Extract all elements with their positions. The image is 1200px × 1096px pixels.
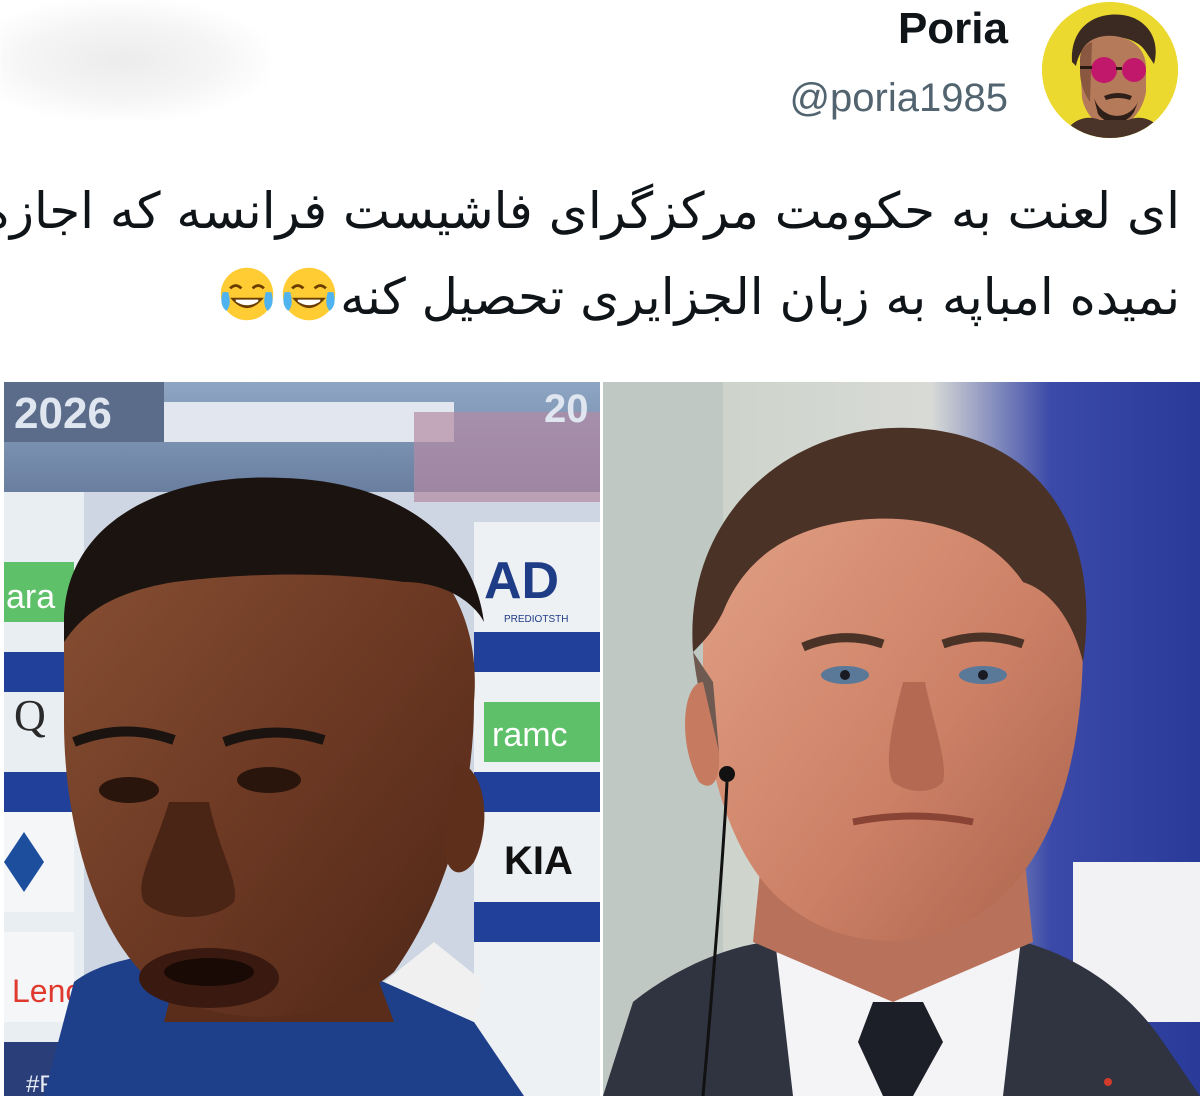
- user-handle[interactable]: @poria1985: [789, 76, 1008, 121]
- overlay-q: Q: [14, 691, 46, 740]
- tweet-text-line-1: ای لعنت به حکومت مرکزگرای فاشیست فرانسه …: [0, 182, 1180, 240]
- overlay-20: 20: [544, 387, 589, 431]
- avatar-man-sunglasses-icon: [1042, 2, 1178, 138]
- avatar[interactable]: [1042, 2, 1178, 138]
- footballer-interview-photo-icon: 2026 20 ara Q Lenc #FIFAW AD PREDIOTSTH …: [4, 382, 600, 1096]
- face-with-tears-of-joy-icon: [282, 267, 336, 321]
- tweet-text: ای لعنت به حکومت مرکزگرای فاشیست فرانسه …: [0, 168, 1180, 340]
- overlay-ramc: ramc: [492, 716, 568, 754]
- tweet-header: Poria @poria1985: [0, 0, 1200, 140]
- display-name[interactable]: Poria: [898, 4, 1008, 54]
- face-with-tears-of-joy-icon: [220, 267, 274, 321]
- tweet-media[interactable]: 2026 20 ara Q Lenc #FIFAW AD PREDIOTSTH …: [0, 382, 1200, 1096]
- overlay-prediotsth: PREDIOTSTH: [504, 614, 568, 625]
- tweet-text-line-2: نمیده امباپه به زبان الجزایری تحصیل کنه: [340, 268, 1180, 326]
- overlay-2026: 2026: [14, 389, 112, 438]
- media-photo-right[interactable]: [603, 382, 1200, 1096]
- media-photo-left[interactable]: 2026 20 ara Q Lenc #FIFAW AD PREDIOTSTH …: [4, 382, 600, 1096]
- overlay-ara: ara: [6, 578, 55, 616]
- politician-portrait-photo-icon: [603, 382, 1200, 1096]
- overlay-kia: KIA: [504, 839, 573, 883]
- overlay-ad: AD: [484, 552, 559, 610]
- tweet-text-line-2-wrap: نمیده امباپه به زبان الجزایری تحصیل کنه: [10, 254, 1180, 340]
